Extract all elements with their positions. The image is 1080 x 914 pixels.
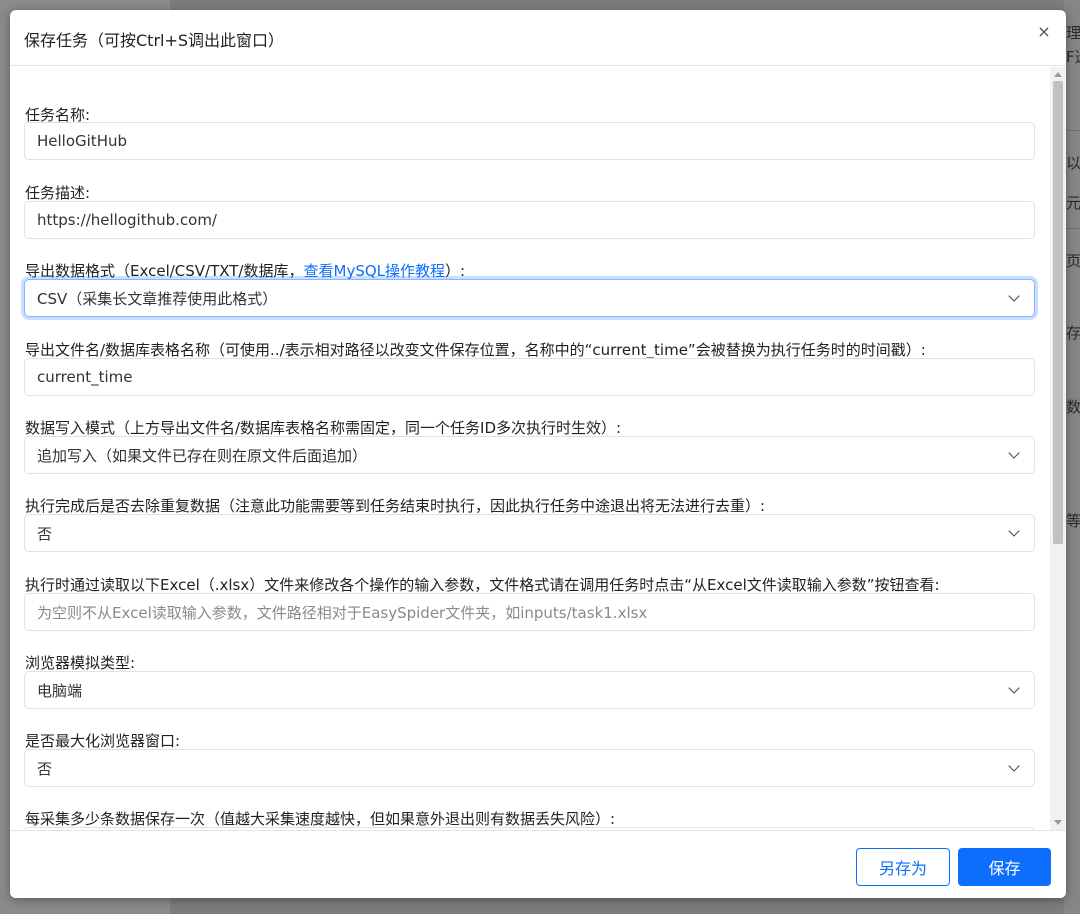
- export-filename-value: current_time: [37, 368, 133, 386]
- maximize-window-label: 是否最大化浏览器窗口:: [25, 732, 181, 750]
- excel-input-field[interactable]: 为空则不从Excel读取输入参数，文件路径相对于EasySpider文件夹，如i…: [24, 593, 1035, 631]
- dedupe-value: 否: [37, 524, 53, 543]
- task-description-value: https://hellogithub.com/: [37, 211, 217, 229]
- export-format-label-prefix: 导出数据格式（Excel/CSV/TXT/数据库，: [25, 262, 304, 280]
- chevron-down-icon: [1008, 682, 1020, 694]
- background-text: 理: [1066, 24, 1080, 42]
- dedupe-label: 执行完成后是否去除重复数据（注意此功能需要等到任务结束时执行，因此执行任务中途退…: [25, 497, 766, 515]
- background-text: F选: [1066, 48, 1080, 66]
- background-text: 等: [1066, 512, 1080, 530]
- task-name-input[interactable]: HelloGitHub: [24, 122, 1035, 160]
- export-filename-input[interactable]: current_time: [24, 358, 1035, 396]
- scroll-down-arrow-icon[interactable]: [1054, 820, 1062, 825]
- browser-type-select[interactable]: 电脑端: [24, 671, 1035, 709]
- write-mode-label: 数据写入模式（上方导出文件名/数据库表格名称需固定，同一个任务ID多次执行时生效…: [25, 419, 622, 437]
- dialog-title: 保存任务（可按Ctrl+S调出此窗口）: [24, 31, 285, 50]
- background-text: 以下: [1066, 154, 1080, 172]
- dialog-body: 任务名称: HelloGitHub 任务描述: https://hellogit…: [10, 67, 1050, 830]
- write-mode-value: 追加写入（如果文件已存在则在原文件后面追加）: [37, 446, 368, 465]
- dedupe-select[interactable]: 否: [24, 514, 1035, 552]
- background-text: 存: [1066, 324, 1080, 342]
- dialog-scrollbar[interactable]: [1050, 67, 1066, 830]
- export-filename-label: 导出文件名/数据库表格名称（可使用../表示相对路径以改变文件保存位置，名称中的…: [25, 341, 926, 359]
- chevron-down-icon: [1008, 525, 1020, 537]
- write-mode-select[interactable]: 追加写入（如果文件已存在则在原文件后面追加）: [24, 436, 1035, 474]
- scrollbar-thumb[interactable]: [1053, 81, 1063, 544]
- background-text: 数: [1066, 398, 1080, 416]
- background-panel-edge: [1064, 0, 1080, 914]
- maximize-window-select[interactable]: 否: [24, 749, 1035, 787]
- dialog-footer: 另存为 保存: [10, 830, 1066, 898]
- dialog-header: 保存任务（可按Ctrl+S调出此窗口） ×: [10, 10, 1066, 66]
- task-name-value: HelloGitHub: [37, 132, 127, 150]
- save-as-button[interactable]: 另存为: [856, 848, 950, 886]
- scroll-up-arrow-icon[interactable]: [1054, 72, 1062, 77]
- save-task-dialog: 保存任务（可按Ctrl+S调出此窗口） × 任务名称: HelloGitHub …: [10, 10, 1066, 898]
- export-format-label-suffix: ）:: [445, 262, 466, 280]
- chevron-down-icon: [1008, 290, 1020, 302]
- chevron-down-icon: [1008, 760, 1020, 772]
- close-icon[interactable]: ×: [1036, 24, 1052, 40]
- browser-type-value: 电脑端: [37, 681, 83, 700]
- browser-type-label: 浏览器模拟类型:: [25, 654, 136, 672]
- background-text: 元: [1066, 194, 1080, 212]
- chevron-down-icon: [1008, 447, 1020, 459]
- save-interval-label: 每采集多少条数据保存一次（值越大采集速度越快，但如果意外退出则有数据丢失风险）:: [25, 810, 616, 828]
- excel-input-placeholder: 为空则不从Excel读取输入参数，文件路径相对于EasySpider文件夹，如i…: [37, 603, 648, 622]
- maximize-window-value: 否: [37, 759, 53, 778]
- task-description-label: 任务描述:: [25, 184, 91, 202]
- background-text: 页面: [1066, 252, 1080, 270]
- background-divider: [1064, 130, 1080, 131]
- export-format-select[interactable]: CSV（采集长文章推荐使用此格式）: [24, 279, 1035, 317]
- save-button[interactable]: 保存: [958, 848, 1051, 886]
- background-divider: [1064, 228, 1080, 229]
- excel-input-label: 执行时通过读取以下Excel（.xlsx）文件来修改各个操作的输入参数，文件格式…: [25, 576, 940, 594]
- mysql-tutorial-link[interactable]: 查看MySQL操作教程: [304, 262, 446, 280]
- export-format-value: CSV（采集长文章推荐使用此格式）: [37, 289, 278, 308]
- task-description-input[interactable]: https://hellogithub.com/: [24, 201, 1035, 239]
- export-format-label: 导出数据格式（Excel/CSV/TXT/数据库，查看MySQL操作教程）:: [25, 260, 465, 281]
